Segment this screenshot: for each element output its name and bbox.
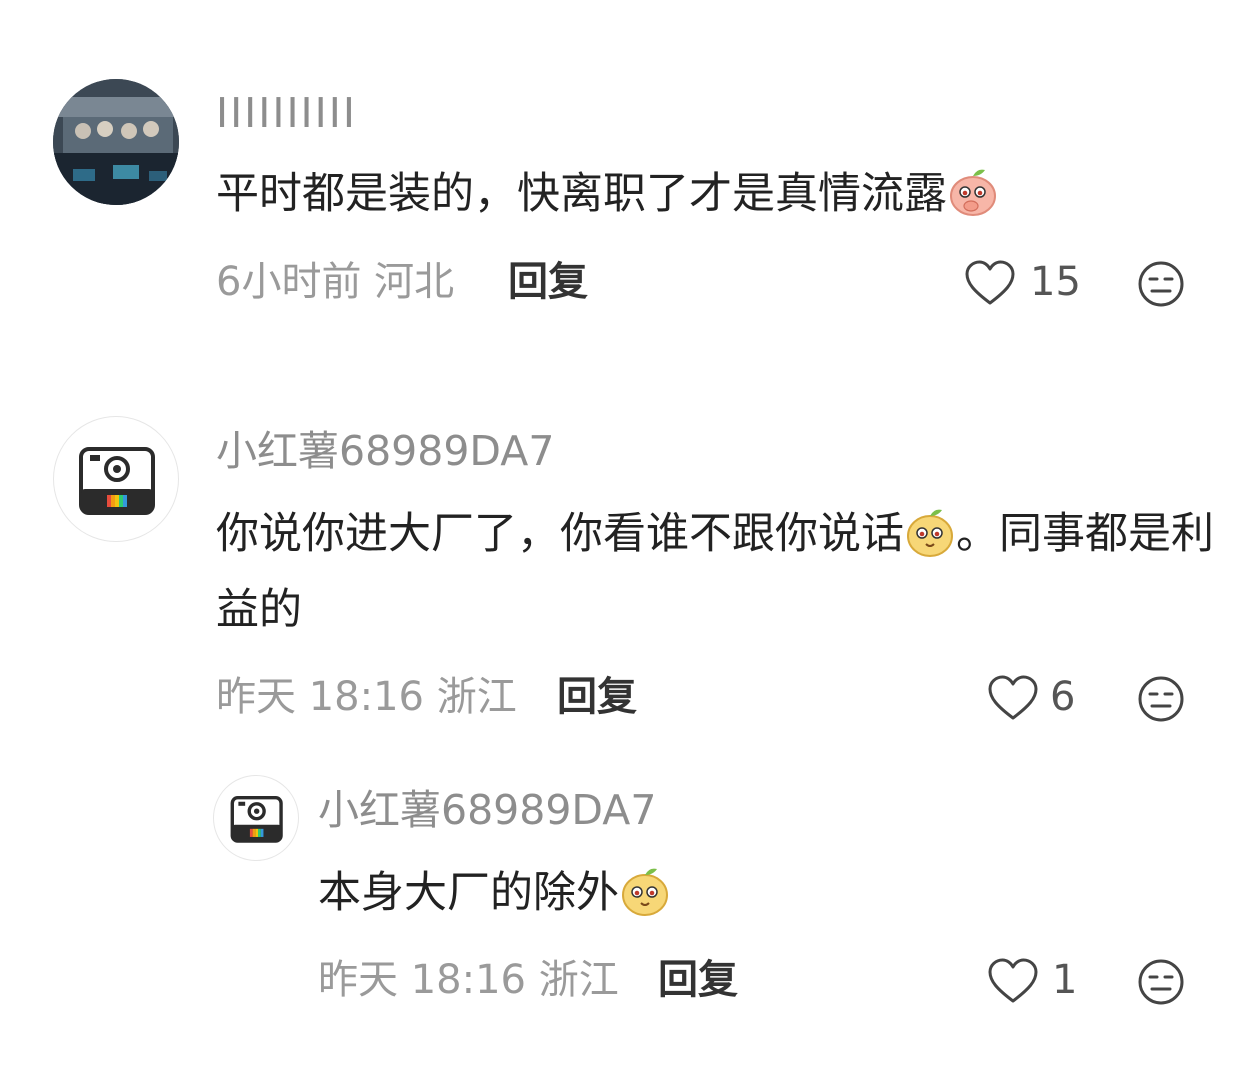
username[interactable]: IIIIIIIIII xyxy=(216,89,357,137)
heart-outline-icon[interactable] xyxy=(964,259,1016,307)
comment-time-location: 6小时前 河北 xyxy=(216,259,455,305)
meh-face-icon[interactable] xyxy=(1137,675,1185,723)
avatar[interactable] xyxy=(53,79,179,205)
reply-button[interactable]: 回复 xyxy=(557,673,637,721)
comment-text: 平时都是装的，快离职了才是真情流露 xyxy=(216,156,1216,232)
heart-outline-icon[interactable] xyxy=(987,674,1039,722)
meh-face-icon[interactable] xyxy=(1137,958,1185,1006)
potato-emoji-icon xyxy=(622,868,668,916)
reply-button[interactable]: 回复 xyxy=(508,258,588,306)
avatar[interactable] xyxy=(53,416,179,542)
heart-outline-icon[interactable] xyxy=(987,957,1039,1005)
like-count: 6 xyxy=(1050,674,1076,720)
meh-face-icon[interactable] xyxy=(1137,260,1185,308)
username[interactable]: 小红薯68989DA7 xyxy=(318,786,656,834)
comment-text-content: 平时都是装的，快离职了才是真情流露 xyxy=(216,169,947,219)
comment-text-content: 你说你进大厂了，你看谁不跟你说话 xyxy=(216,509,904,559)
comment-text: 你说你进大厂了，你看谁不跟你说话 。同事都是利益的 xyxy=(216,496,1216,648)
username[interactable]: 小红薯68989DA7 xyxy=(216,427,554,475)
avatar[interactable] xyxy=(213,775,299,861)
comment-time-location: 昨天 18:16 浙江 xyxy=(318,957,619,1003)
comment-text: 本身大厂的除外 xyxy=(318,855,1198,931)
potato-emoji-icon xyxy=(907,509,953,557)
reply-button[interactable]: 回复 xyxy=(658,956,738,1004)
like-count: 1 xyxy=(1052,957,1078,1003)
comment-text-content: 本身大厂的除外 xyxy=(318,868,619,918)
comment-time-location: 昨天 18:16 浙江 xyxy=(216,674,517,720)
like-count: 15 xyxy=(1030,259,1081,305)
peach-emoji-icon xyxy=(950,169,996,216)
